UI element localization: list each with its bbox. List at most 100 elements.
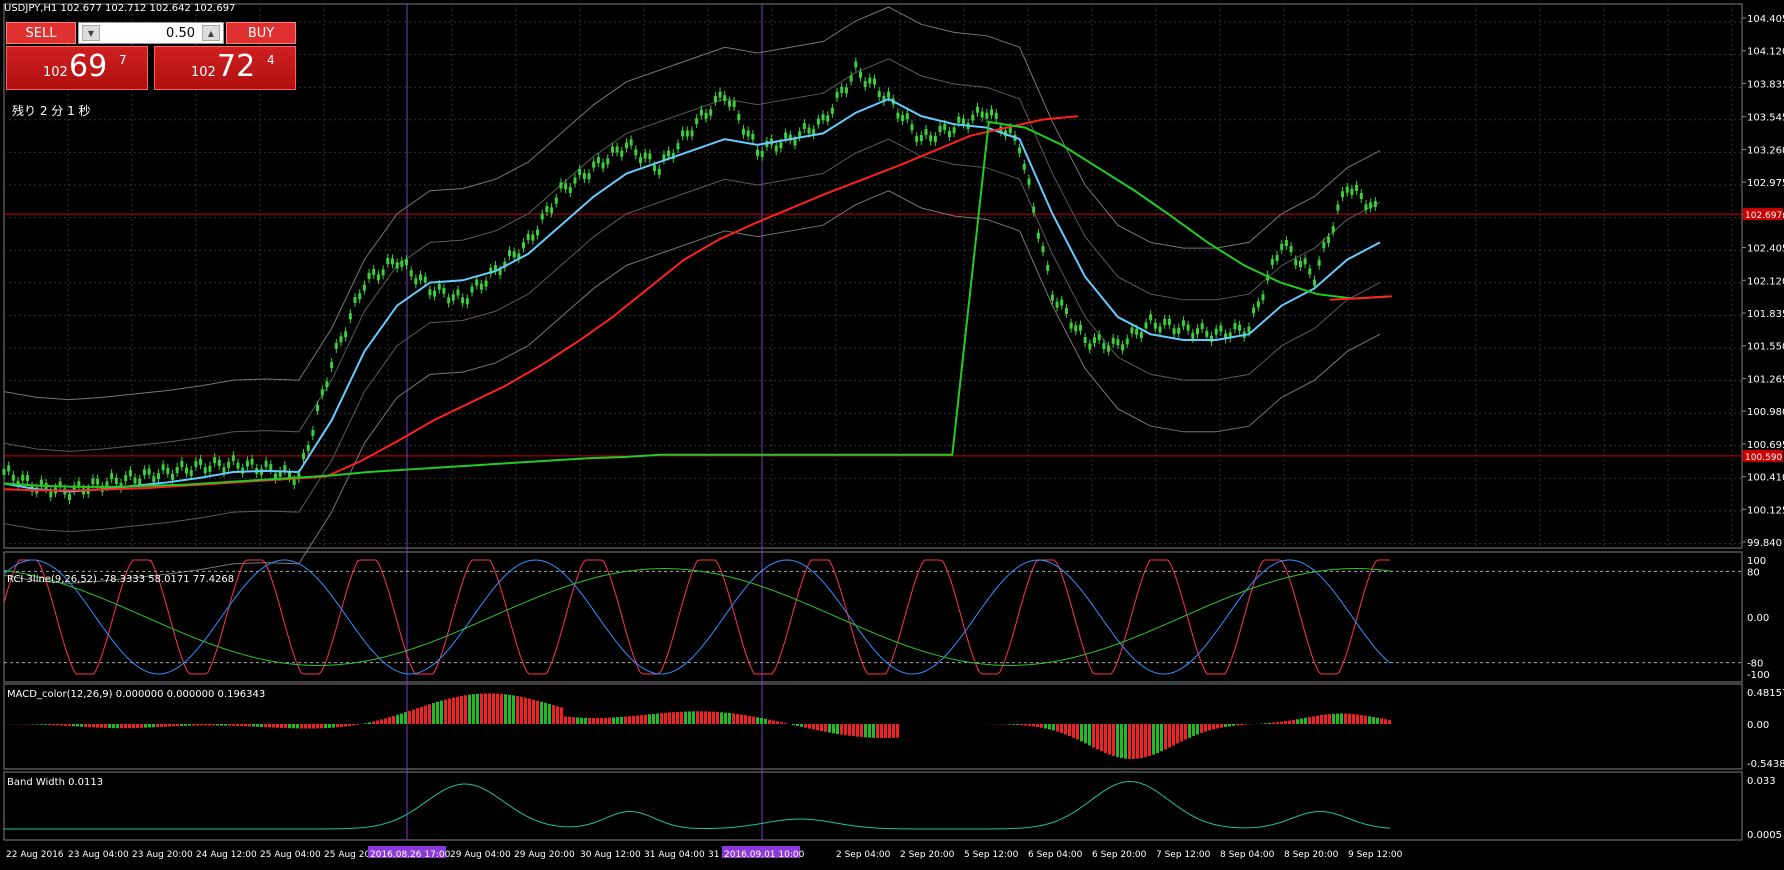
macd-bar bbox=[568, 717, 571, 724]
macd-bar bbox=[456, 697, 459, 724]
macd-bar bbox=[808, 724, 811, 729]
candle-body bbox=[1018, 147, 1021, 153]
lot-decrease-icon[interactable]: ▼ bbox=[82, 25, 100, 41]
macd-bar bbox=[1156, 724, 1159, 753]
x-tick-label: 9 Sep 12:00 bbox=[1348, 850, 1403, 860]
candle-body bbox=[831, 108, 834, 114]
candle-body bbox=[321, 389, 324, 395]
macd-bar bbox=[1020, 724, 1023, 725]
candle-body bbox=[7, 465, 10, 471]
macd-bar bbox=[1340, 714, 1343, 724]
lot-size-input[interactable]: ▼ 0.50 ▲ bbox=[78, 22, 224, 44]
candle-body bbox=[826, 115, 829, 121]
macd-bar bbox=[504, 694, 507, 724]
macd-bar bbox=[448, 699, 451, 724]
macd-bar bbox=[1044, 724, 1047, 728]
candle-body bbox=[1168, 319, 1171, 325]
candle-body bbox=[700, 110, 703, 116]
macd-bar bbox=[1304, 718, 1307, 724]
candle-body bbox=[957, 117, 960, 123]
sell-button[interactable]: SELL bbox=[6, 22, 76, 44]
buy-price-fraction: 4 bbox=[267, 53, 275, 67]
candle-body bbox=[1308, 268, 1311, 274]
candle-body bbox=[222, 467, 225, 473]
macd-bar bbox=[128, 724, 131, 728]
candle-body bbox=[251, 459, 254, 465]
macd-bar bbox=[672, 712, 675, 724]
macd-bar bbox=[1040, 724, 1043, 728]
macd-bar bbox=[640, 715, 643, 724]
candle-body bbox=[433, 291, 436, 297]
candle-body bbox=[1374, 201, 1377, 207]
sell-price[interactable]: 102 69 7 bbox=[6, 46, 148, 90]
macd-bar bbox=[76, 724, 79, 726]
macd-bar bbox=[800, 724, 803, 727]
pane-border bbox=[4, 772, 1742, 840]
candle-body bbox=[559, 182, 562, 188]
macd-bar bbox=[1136, 724, 1139, 759]
macd-bar bbox=[576, 717, 579, 724]
candle-body bbox=[995, 113, 998, 119]
candle-body bbox=[723, 95, 726, 101]
candle-body bbox=[1261, 294, 1264, 300]
macd-bar bbox=[1312, 716, 1315, 724]
macd-bar bbox=[1028, 724, 1031, 726]
macd-bar bbox=[1172, 724, 1175, 745]
macd-bar bbox=[96, 724, 99, 728]
candle-body bbox=[925, 129, 928, 135]
macd-bar bbox=[556, 706, 559, 724]
candle-body bbox=[1144, 322, 1147, 328]
macd-bar bbox=[636, 716, 639, 724]
rci-tick-label: 80 bbox=[1747, 567, 1760, 578]
macd-bar bbox=[856, 724, 859, 737]
macd-bar bbox=[452, 698, 455, 724]
macd-bar bbox=[464, 695, 467, 724]
macd-bar bbox=[384, 718, 387, 724]
macd-bar bbox=[840, 724, 843, 735]
candle-body bbox=[428, 289, 431, 295]
macd-bar bbox=[688, 711, 691, 724]
candle-body bbox=[480, 284, 483, 290]
macd-bar bbox=[896, 724, 899, 738]
one-click-trading-panel: SELL ▼ 0.50 ▲ BUY 102 69 7 102 72 4 bbox=[6, 22, 296, 92]
candle-body bbox=[971, 115, 974, 121]
chart-window[interactable]: 104.405104.120103.835103.545103.260102.9… bbox=[0, 0, 1784, 866]
x-tick-label: 2016.08.26 17:00 bbox=[370, 850, 451, 860]
macd-bar bbox=[588, 718, 591, 724]
candle-body bbox=[1341, 191, 1344, 197]
candle-body bbox=[143, 469, 146, 475]
candle-body bbox=[1060, 300, 1063, 306]
macd-bar bbox=[1196, 724, 1199, 734]
candle-body bbox=[26, 475, 29, 481]
candle-body bbox=[330, 362, 333, 368]
x-tick-label: 22 Aug 2016 bbox=[6, 850, 64, 860]
candle-body bbox=[1126, 338, 1129, 344]
candle-body bbox=[246, 460, 249, 466]
macd-bar bbox=[1180, 724, 1183, 741]
lot-increase-icon[interactable]: ▲ bbox=[202, 25, 220, 41]
macd-bar bbox=[1208, 724, 1211, 730]
macd-bar bbox=[628, 716, 631, 724]
candle-body bbox=[1088, 343, 1091, 349]
buy-button[interactable]: BUY bbox=[226, 22, 296, 44]
buy-price[interactable]: 102 72 4 bbox=[154, 46, 296, 90]
macd-bar bbox=[536, 701, 539, 724]
buy-price-pips: 72 bbox=[217, 49, 255, 84]
candle-body bbox=[939, 126, 942, 132]
candle-body bbox=[1107, 346, 1110, 352]
candle-body bbox=[269, 464, 272, 470]
macd-bar bbox=[1244, 724, 1247, 725]
macd-bar bbox=[192, 724, 195, 726]
candle-body bbox=[644, 153, 647, 159]
lot-value[interactable]: 0.50 bbox=[166, 26, 195, 41]
chart-canvas[interactable]: 104.405104.120103.835103.545103.260102.9… bbox=[0, 0, 1784, 866]
macd-bar bbox=[100, 724, 103, 728]
candle-body bbox=[1276, 255, 1279, 261]
macd-bar bbox=[64, 724, 67, 726]
macd-bar bbox=[1112, 724, 1115, 756]
macd-bar bbox=[164, 724, 167, 727]
macd-bar bbox=[728, 713, 731, 724]
candle-body bbox=[1116, 339, 1119, 345]
macd-bar bbox=[476, 694, 479, 724]
rci-tick-label: 100 bbox=[1747, 556, 1766, 567]
